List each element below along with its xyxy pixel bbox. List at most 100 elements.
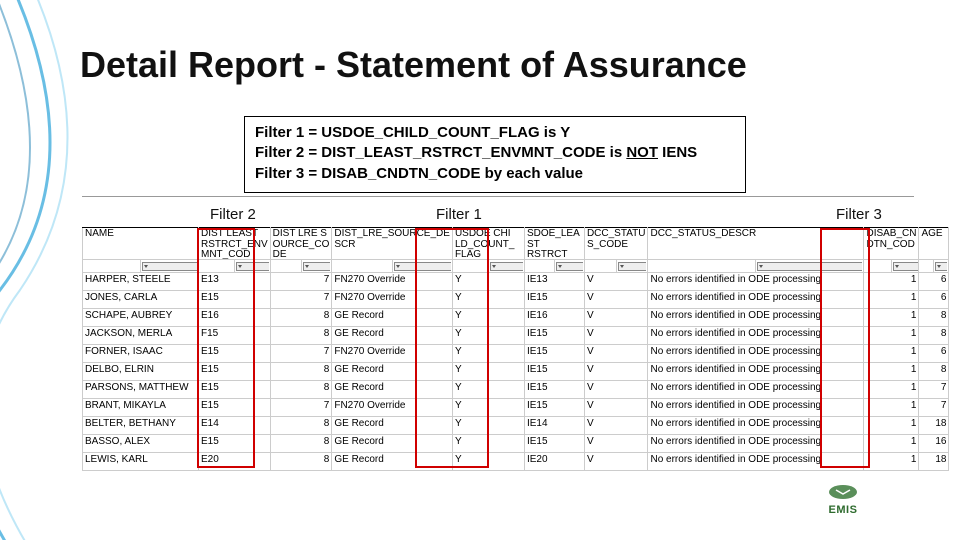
table-cell: E13 <box>199 273 271 291</box>
table-cell: LEWIS, KARL <box>83 453 199 471</box>
filter-dropdown-icon[interactable] <box>394 262 451 271</box>
table-cell: 8 <box>270 381 332 399</box>
table-cell: HARPER, STEELE <box>83 273 199 291</box>
filter-dropdown-icon[interactable] <box>893 262 918 271</box>
table-cell: 6 <box>919 273 949 291</box>
table-cell: BASSO, ALEX <box>83 435 199 453</box>
table-cell: No errors identified in ODE processing <box>648 345 864 363</box>
table-cell: V <box>584 345 648 363</box>
col-header-name[interactable]: NAME <box>83 228 199 273</box>
table-cell: 1 <box>864 327 919 345</box>
table-cell: V <box>584 435 648 453</box>
divider <box>82 196 914 197</box>
table-cell: No errors identified in ODE processing <box>648 273 864 291</box>
table-cell: 1 <box>864 291 919 309</box>
table-cell: 1 <box>864 363 919 381</box>
table-cell: 7 <box>270 273 332 291</box>
table-cell: IE15 <box>524 381 584 399</box>
table-cell: IE13 <box>524 273 584 291</box>
filter-dropdown-icon[interactable] <box>935 262 947 271</box>
filter-dropdown-icon[interactable] <box>757 262 862 271</box>
table-cell: 7 <box>270 291 332 309</box>
table-cell: FN270 Override <box>332 399 453 417</box>
table-row: HARPER, STEELEE137FN270 OverrideYIE13VNo… <box>83 273 949 291</box>
table-cell: 1 <box>864 273 919 291</box>
table-cell: 8 <box>270 309 332 327</box>
table-cell: V <box>584 417 648 435</box>
table-cell: IE16 <box>524 309 584 327</box>
filter-3-text: Filter 3 = DISAB_CNDTN_CODE by each valu… <box>255 164 735 184</box>
table-cell: Y <box>452 291 524 309</box>
table-cell: 8 <box>919 327 949 345</box>
table-cell: 8 <box>270 327 332 345</box>
table-cell: GE Record <box>332 435 453 453</box>
table-cell: 18 <box>919 453 949 471</box>
table-cell: V <box>584 381 648 399</box>
table-cell: 1 <box>864 381 919 399</box>
filter-dropdown-icon[interactable] <box>303 262 331 271</box>
filter-dropdown-icon[interactable] <box>490 262 523 271</box>
table-cell: IE15 <box>524 291 584 309</box>
filter-1-text: Filter 1 = USDOE_CHILD_COUNT_FLAG is Y <box>255 123 735 143</box>
table-cell: 1 <box>864 453 919 471</box>
col-header-disab[interactable]: DISAB_CN DTN_COD <box>864 228 919 273</box>
table-cell: 7 <box>270 399 332 417</box>
table-cell: 18 <box>919 417 949 435</box>
col-header-age[interactable]: AGE <box>919 228 949 273</box>
table-cell: FORNER, ISAAC <box>83 345 199 363</box>
filter-criteria-box: Filter 1 = USDOE_CHILD_COUNT_FLAG is Y F… <box>244 116 746 193</box>
table-cell: E15 <box>199 363 271 381</box>
filter-dropdown-icon[interactable] <box>236 262 269 271</box>
table-cell: GE Record <box>332 417 453 435</box>
page-title: Detail Report - Statement of Assurance <box>80 44 747 86</box>
table-cell: JONES, CARLA <box>83 291 199 309</box>
table-cell: V <box>584 363 648 381</box>
col-header-dcc-desc[interactable]: DCC_STATUS_DESCR <box>648 228 864 273</box>
table-cell: Y <box>452 309 524 327</box>
table-cell: IE15 <box>524 435 584 453</box>
table-cell: No errors identified in ODE processing <box>648 291 864 309</box>
table-cell: GE Record <box>332 309 453 327</box>
col-header-sdoe-lea[interactable]: SDOE_LEA ST RSTRCT ENVMNT_C O <box>524 228 584 273</box>
table-cell: Y <box>452 273 524 291</box>
table-cell: No errors identified in ODE processing <box>648 309 864 327</box>
table-cell: No errors identified in ODE processing <box>648 381 864 399</box>
table-cell: No errors identified in ODE processing <box>648 327 864 345</box>
col-header-usdoe[interactable]: USDOE CHI LD_COUNT_ FLAG <box>452 228 524 273</box>
table-cell: No errors identified in ODE processing <box>648 435 864 453</box>
table-cell: 7 <box>919 399 949 417</box>
col-header-dist-lre-s[interactable]: DIST LRE S OURCE_CO DE <box>270 228 332 273</box>
table-row: JACKSON, MERLAF158GE RecordYIE15VNo erro… <box>83 327 949 345</box>
table-cell: 1 <box>864 309 919 327</box>
table-row: SCHAPE, AUBREYE168GE RecordYIE16VNo erro… <box>83 309 949 327</box>
table-cell: PARSONS, MATTHEW <box>83 381 199 399</box>
filter-2-text: Filter 2 = DIST_LEAST_RSTRCT_ENVMNT_CODE… <box>255 143 735 163</box>
col-header-dcc-statu[interactable]: DCC_STATU S_CODE <box>584 228 648 273</box>
table-cell: GE Record <box>332 453 453 471</box>
table-cell: GE Record <box>332 363 453 381</box>
column-label-filter-3: Filter 3 <box>836 206 882 223</box>
table-cell: No errors identified in ODE processing <box>648 453 864 471</box>
filter-dropdown-icon[interactable] <box>618 262 647 271</box>
table-cell: IE15 <box>524 399 584 417</box>
table-cell: IE15 <box>524 345 584 363</box>
table-cell: E16 <box>199 309 271 327</box>
emis-logo: EMIS <box>826 482 860 516</box>
table-cell: No errors identified in ODE processing <box>648 399 864 417</box>
table-row: FORNER, ISAACE157FN270 OverrideYIE15VNo … <box>83 345 949 363</box>
table-cell: F15 <box>199 327 271 345</box>
table-cell: 8 <box>270 453 332 471</box>
filter-dropdown-icon[interactable] <box>556 262 583 271</box>
table-cell: 7 <box>919 381 949 399</box>
table-cell: 8 <box>919 309 949 327</box>
table-cell: Y <box>452 327 524 345</box>
table-cell: FN270 Override <box>332 291 453 309</box>
table-cell: Y <box>452 399 524 417</box>
col-header-dist-least[interactable]: DIST LEAST RSTRCT_ENV MNT_COD <box>199 228 271 273</box>
filter-dropdown-icon[interactable] <box>142 262 197 271</box>
table-row: PARSONS, MATTHEWE158GE RecordYIE15VNo er… <box>83 381 949 399</box>
table-cell: V <box>584 291 648 309</box>
col-header-dist-lre-src[interactable]: DIST_LRE_SOURCE_DE SCR <box>332 228 453 273</box>
table-cell: BRANT, MIKAYLA <box>83 399 199 417</box>
column-label-filter-2: Filter 2 <box>210 206 256 223</box>
